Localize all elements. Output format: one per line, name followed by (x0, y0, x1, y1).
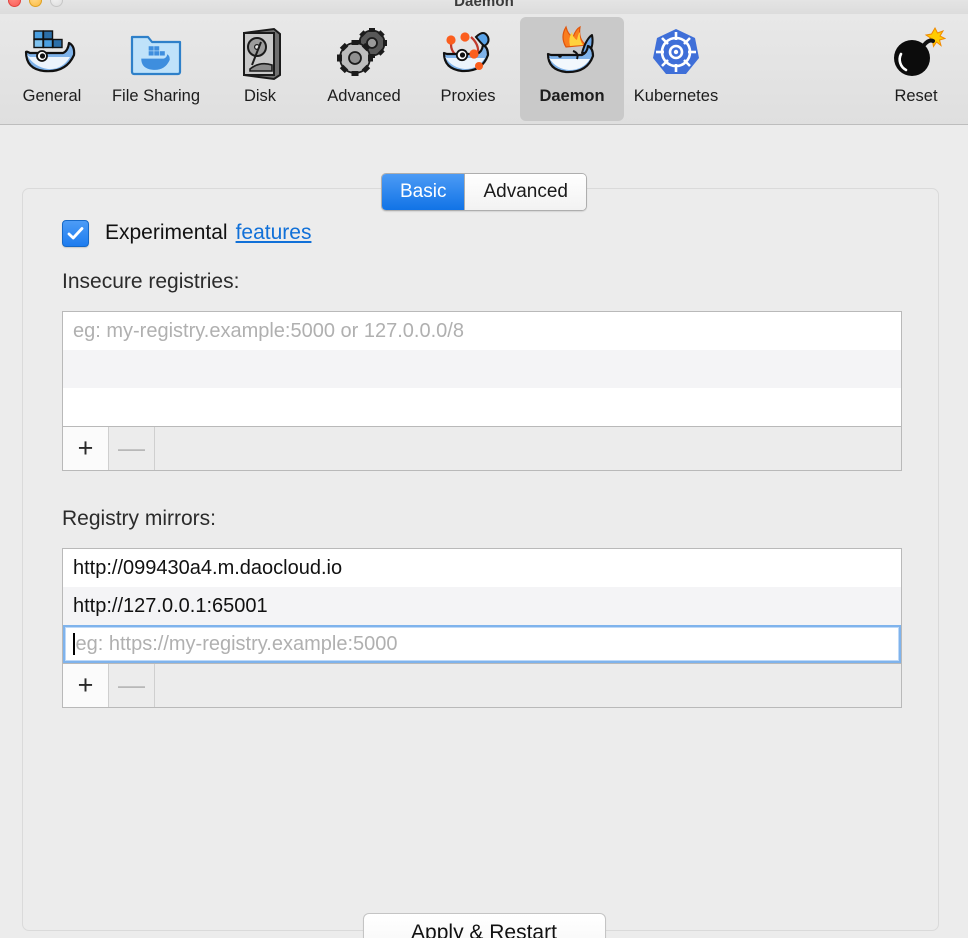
toolbar-item-proxies[interactable]: Proxies (416, 17, 520, 121)
toolbar-item-label: Proxies (440, 87, 496, 105)
tab-advanced[interactable]: Advanced (464, 174, 586, 210)
list-item[interactable]: eg: my-registry.example:5000 or 127.0.0.… (63, 312, 901, 350)
list-item[interactable]: http://127.0.0.1:65001 (63, 587, 901, 625)
registry-mirror-input-placeholder: eg: https://my-registry.example:5000 (75, 632, 398, 655)
registry-mirrors-toolbar: + — (62, 664, 902, 708)
toolbar-item-label: Daemon (539, 87, 605, 105)
insecure-registries-list[interactable]: eg: my-registry.example:5000 or 127.0.0.… (62, 311, 902, 427)
list-item[interactable] (63, 388, 901, 426)
toolbar-item-disk[interactable]: Disk (208, 17, 312, 121)
toolbar-item-label: Advanced (327, 87, 401, 105)
remove-insecure-registry-button: — (109, 427, 155, 470)
segmented-group: Basic Advanced (381, 173, 587, 211)
experimental-checkbox[interactable] (62, 219, 89, 247)
experimental-row: Experimental features (62, 218, 902, 248)
toolbar-item-label: File Sharing (111, 87, 201, 105)
toolbar-item-file-sharing[interactable]: File Sharing (104, 17, 208, 121)
toolbar-item-kubernetes[interactable]: Kubernetes (624, 17, 728, 121)
experimental-label: Experimental (105, 221, 228, 244)
registry-mirrors-list[interactable]: http://099430a4.m.daocloud.io http://127… (62, 548, 902, 664)
gears-icon (332, 21, 396, 85)
preferences-window: Daemon General File Sharing Disk Advance… (0, 0, 968, 938)
list-item[interactable] (63, 350, 901, 388)
toolbar-item-label: Kubernetes (633, 87, 719, 105)
bomb-icon (884, 21, 948, 85)
window-title: Daemon (454, 0, 514, 10)
toolbar-item-advanced[interactable]: Advanced (312, 17, 416, 121)
hard-disk-icon (228, 21, 292, 85)
toolbar-item-label: Disk (243, 87, 277, 105)
list-item[interactable]: http://099430a4.m.daocloud.io (63, 549, 901, 587)
toolbar-reset-wrap: Reset (864, 17, 968, 121)
add-registry-mirror-button[interactable]: + (63, 664, 109, 707)
insecure-registries-toolbar: + — (62, 427, 902, 471)
toolbar-item-general[interactable]: General (0, 17, 104, 121)
whale-flame-icon (540, 21, 604, 85)
remove-registry-mirror-button: — (109, 664, 155, 707)
text-cursor (73, 633, 75, 655)
registry-mirror-input-row[interactable]: eg: https://my-registry.example:5000 (63, 625, 901, 663)
daemon-settings-panel: Experimental features Insecure registrie… (22, 188, 939, 931)
tab-basic[interactable]: Basic (382, 174, 465, 210)
toolbar-filler (155, 427, 901, 470)
toolbar-filler (155, 664, 901, 707)
footer: Apply & Restart (0, 913, 968, 938)
toolbar-item-label: General (22, 87, 82, 105)
preferences-content: Basic Advanced Experimental features Ins… (0, 125, 968, 938)
panel-inner: Experimental features Insecure registrie… (62, 218, 902, 708)
toolbar-item-label: Reset (894, 87, 938, 105)
kubernetes-helm-icon (644, 21, 708, 85)
experimental-features-link[interactable]: features (236, 221, 312, 245)
add-insecure-registry-button[interactable]: + (63, 427, 109, 470)
toolbar-items: General File Sharing Disk Advanced Proxi… (0, 17, 728, 121)
whale-network-icon (436, 21, 500, 85)
preferences-toolbar: General File Sharing Disk Advanced Proxi… (0, 14, 968, 125)
registry-mirrors-label: Registry mirrors: (62, 507, 217, 530)
apply-and-restart-button[interactable]: Apply & Restart (362, 913, 606, 938)
toolbar-item-reset[interactable]: Reset (864, 17, 968, 121)
basic-advanced-segmented-control: Basic Advanced (0, 173, 968, 211)
docker-whale-icon (20, 21, 84, 85)
folder-whale-icon (124, 21, 188, 85)
insecure-registries-label: Insecure registries: (62, 270, 240, 293)
title-bar: Daemon (0, 0, 968, 14)
checkmark-icon (67, 226, 84, 239)
toolbar-item-daemon[interactable]: Daemon (520, 17, 624, 121)
